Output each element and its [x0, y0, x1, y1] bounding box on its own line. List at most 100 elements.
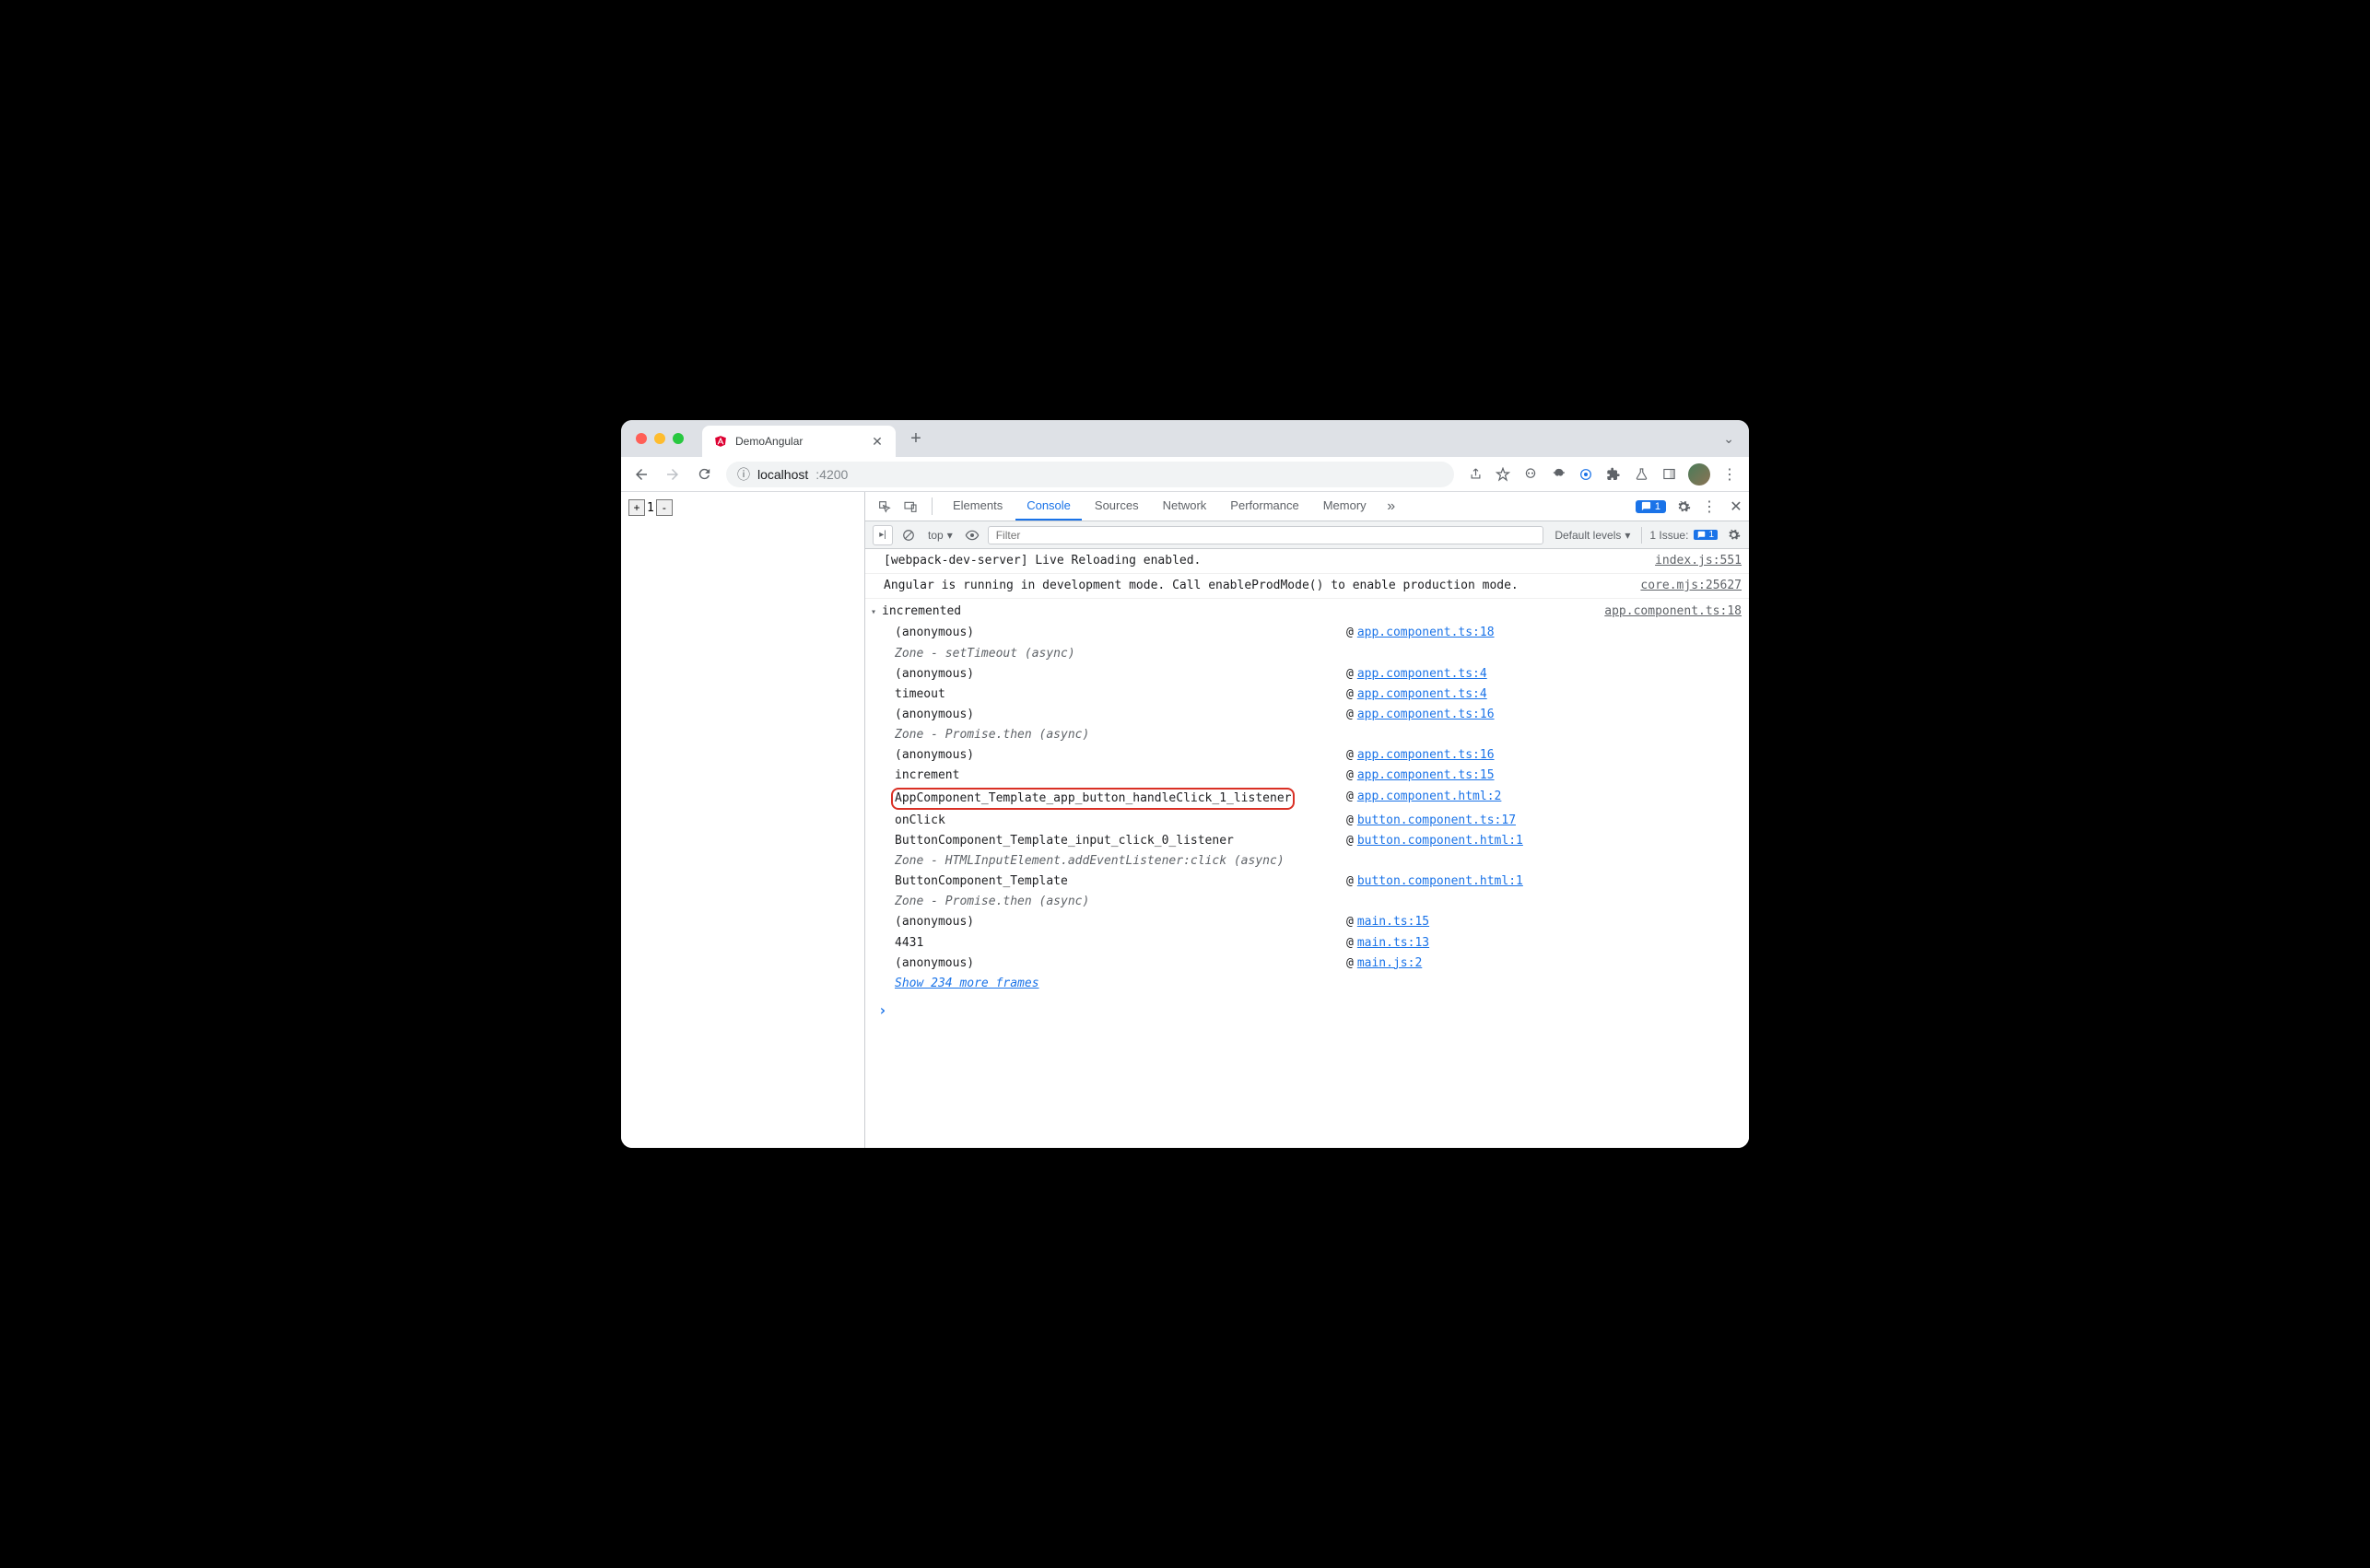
chrome-menu-button[interactable]: ⋮	[1721, 466, 1738, 483]
extension-flask-icon[interactable]	[1633, 466, 1649, 483]
stack-frame-highlighted: AppComponent_Template_app_button_handleC…	[895, 788, 1346, 810]
extension-target-icon[interactable]	[1578, 466, 1594, 483]
execution-context-selector[interactable]: top ▾	[924, 529, 956, 542]
content-area: + 1 - Elements Console Sources Network P…	[621, 492, 1749, 1148]
profile-avatar[interactable]	[1688, 463, 1710, 486]
tab-network[interactable]: Network	[1152, 492, 1218, 521]
trace-title: incremented	[882, 603, 1604, 621]
zone-frame: Zone - HTMLInputElement.addEventListener…	[895, 852, 1346, 871]
log-message: [webpack-dev-server] Live Reloading enab…	[884, 552, 1655, 570]
stack-frame: ButtonComponent_Template	[895, 872, 1346, 891]
log-entry: Angular is running in development mode. …	[865, 574, 1749, 599]
tab-performance[interactable]: Performance	[1219, 492, 1309, 521]
source-link[interactable]: main.ts:13	[1357, 934, 1429, 953]
live-expression-button[interactable]	[964, 527, 980, 544]
source-link[interactable]: app.component.html:2	[1357, 788, 1502, 810]
angular-icon	[713, 434, 728, 449]
omnibox[interactable]: ⓘ localhost :4200	[726, 462, 1454, 487]
site-info-icon[interactable]: ⓘ	[737, 465, 750, 484]
zone-frame: Zone - Promise.then (async)	[895, 726, 1346, 744]
devtools-settings-button[interactable]	[1672, 492, 1695, 521]
log-source-link[interactable]: app.component.ts:18	[1604, 603, 1742, 621]
extension-skull-icon[interactable]	[1522, 466, 1539, 483]
clear-console-button[interactable]	[900, 527, 917, 544]
stack-frame: (anonymous)	[895, 954, 1346, 973]
source-link[interactable]: main.js:2	[1357, 954, 1422, 973]
console-filter-input[interactable]	[988, 526, 1544, 544]
source-link[interactable]: button.component.ts:17	[1357, 812, 1516, 830]
url-host: localhost	[757, 467, 808, 482]
source-link[interactable]: main.ts:15	[1357, 913, 1429, 931]
console-output: [webpack-dev-server] Live Reloading enab…	[865, 549, 1749, 1148]
log-source-link[interactable]: core.mjs:25627	[1640, 577, 1742, 595]
source-link[interactable]: app.component.ts:16	[1357, 706, 1495, 724]
source-link[interactable]: app.component.ts:4	[1357, 685, 1487, 704]
stack-frame: 4431	[895, 934, 1346, 953]
console-toolbar: ▸| top ▾ Default levels ▾ 1 Issue: 1	[865, 521, 1749, 549]
stack-frame: (anonymous)	[895, 913, 1346, 931]
tab-memory[interactable]: Memory	[1312, 492, 1378, 521]
source-link[interactable]: app.component.ts:4	[1357, 665, 1487, 684]
new-tab-button[interactable]: +	[903, 426, 929, 451]
url-port: :4200	[815, 467, 848, 482]
source-link[interactable]: app.component.ts:16	[1357, 746, 1495, 765]
extension-panel-icon[interactable]	[1660, 466, 1677, 483]
devtools-close-button[interactable]: ✕	[1723, 492, 1749, 521]
console-settings-button[interactable]	[1725, 527, 1742, 544]
log-source-link[interactable]: index.js:551	[1655, 552, 1742, 570]
bookmark-star-icon[interactable]	[1495, 466, 1511, 483]
devtools-tabs: Elements Console Sources Network Perform…	[865, 492, 1749, 521]
device-toolbar-button[interactable]	[898, 492, 922, 521]
extensions-puzzle-icon[interactable]	[1605, 466, 1622, 483]
close-window-button[interactable]	[636, 433, 647, 444]
stack-frame: (anonymous)	[895, 665, 1346, 684]
back-button[interactable]	[628, 462, 654, 487]
title-bar: DemoAngular ✕ + ⌄	[621, 420, 1749, 457]
console-sidebar-toggle[interactable]: ▸|	[873, 525, 893, 545]
source-link[interactable]: app.component.ts:15	[1357, 766, 1495, 785]
more-tabs-button[interactable]: »	[1379, 492, 1403, 521]
source-link[interactable]: button.component.html:1	[1357, 872, 1523, 891]
reload-button[interactable]	[691, 462, 717, 487]
stack-frame: (anonymous)	[895, 624, 1346, 642]
inspect-element-button[interactable]	[873, 492, 897, 521]
source-link[interactable]: app.component.ts:18	[1357, 624, 1495, 642]
console-prompt[interactable]	[865, 996, 1749, 1026]
counter-value: 1	[645, 501, 656, 515]
zone-frame: Zone - setTimeout (async)	[895, 645, 1346, 663]
increment-button[interactable]: +	[628, 499, 645, 516]
devtools-panel: Elements Console Sources Network Perform…	[864, 492, 1749, 1148]
decrement-button[interactable]: -	[656, 499, 673, 516]
tab-console[interactable]: Console	[1015, 492, 1082, 521]
source-link[interactable]: button.component.html:1	[1357, 832, 1523, 850]
stack-frame: increment	[895, 766, 1346, 785]
address-bar: ⓘ localhost :4200 ⋮	[621, 457, 1749, 492]
log-message: Angular is running in development mode. …	[884, 577, 1640, 595]
minimize-window-button[interactable]	[654, 433, 665, 444]
issues-badge[interactable]: 1	[1636, 500, 1666, 513]
tab-close-button[interactable]: ✕	[870, 434, 885, 449]
counter-widget: + 1 -	[628, 499, 673, 516]
devtools-menu-button[interactable]: ⋮	[1697, 492, 1721, 521]
maximize-window-button[interactable]	[673, 433, 684, 444]
tabs-dropdown-button[interactable]: ⌄	[1723, 431, 1734, 447]
extension-incognito-icon[interactable]	[1550, 466, 1566, 483]
trace-header[interactable]: incremented app.component.ts:18	[865, 601, 1749, 623]
log-levels-selector[interactable]: Default levels ▾	[1551, 529, 1634, 542]
page-content: + 1 -	[621, 492, 864, 1148]
browser-tab[interactable]: DemoAngular ✕	[702, 426, 896, 457]
share-icon[interactable]	[1467, 466, 1484, 483]
issues-link[interactable]: 1 Issue: 1	[1649, 529, 1718, 542]
traffic-lights	[636, 433, 684, 444]
stack-frame: (anonymous)	[895, 706, 1346, 724]
forward-button[interactable]	[660, 462, 686, 487]
zone-frame: Zone - Promise.then (async)	[895, 893, 1346, 911]
log-entry: [webpack-dev-server] Live Reloading enab…	[865, 549, 1749, 574]
show-more-frames-link[interactable]: Show 234 more frames	[895, 975, 1039, 993]
tab-sources[interactable]: Sources	[1084, 492, 1150, 521]
stack-frame: onClick	[895, 812, 1346, 830]
tab-elements[interactable]: Elements	[942, 492, 1014, 521]
browser-window: DemoAngular ✕ + ⌄ ⓘ localhost :4200	[621, 420, 1749, 1148]
stack-frame: (anonymous)	[895, 746, 1346, 765]
toolbar-icons: ⋮	[1467, 463, 1742, 486]
